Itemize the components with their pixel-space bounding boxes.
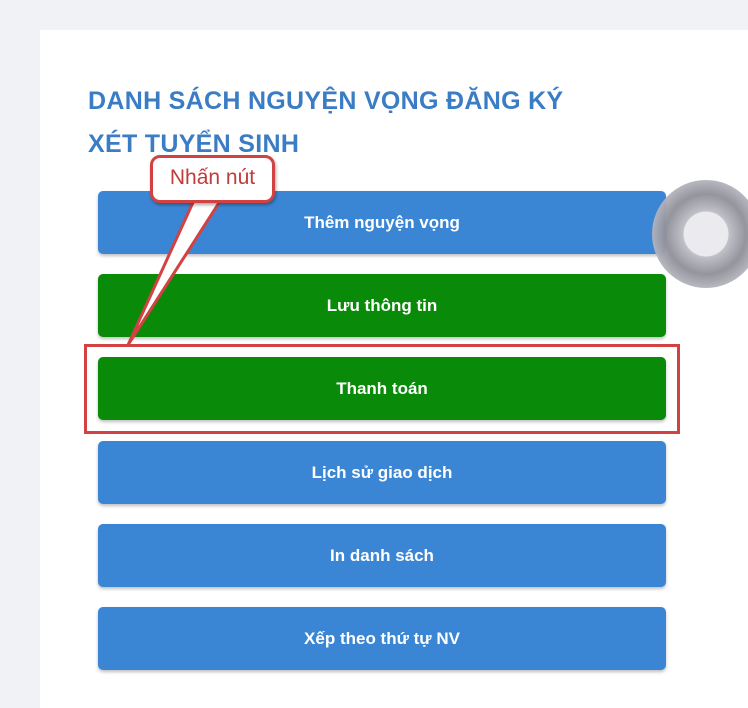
print-list-button[interactable]: In danh sách bbox=[98, 524, 666, 587]
loading-spinner-ring bbox=[652, 180, 748, 288]
callout-label: Nhấn nút bbox=[150, 155, 275, 203]
page-title-line-1: DANH SÁCH NGUYỆN VỌNG ĐĂNG KÝ bbox=[88, 87, 564, 115]
save-info-button[interactable]: Lưu thông tin bbox=[98, 274, 666, 337]
loading-spinner-icon bbox=[652, 180, 748, 288]
page-title: DANH SÁCH NGUYỆN VỌNG ĐĂNG KÝ XÉT TUYỂN … bbox=[88, 80, 728, 166]
payment-highlight-box bbox=[84, 344, 680, 434]
sort-by-wish-order-button[interactable]: Xếp theo thứ tự NV bbox=[98, 607, 666, 670]
transaction-history-button[interactable]: Lịch sử giao dịch bbox=[98, 441, 666, 504]
